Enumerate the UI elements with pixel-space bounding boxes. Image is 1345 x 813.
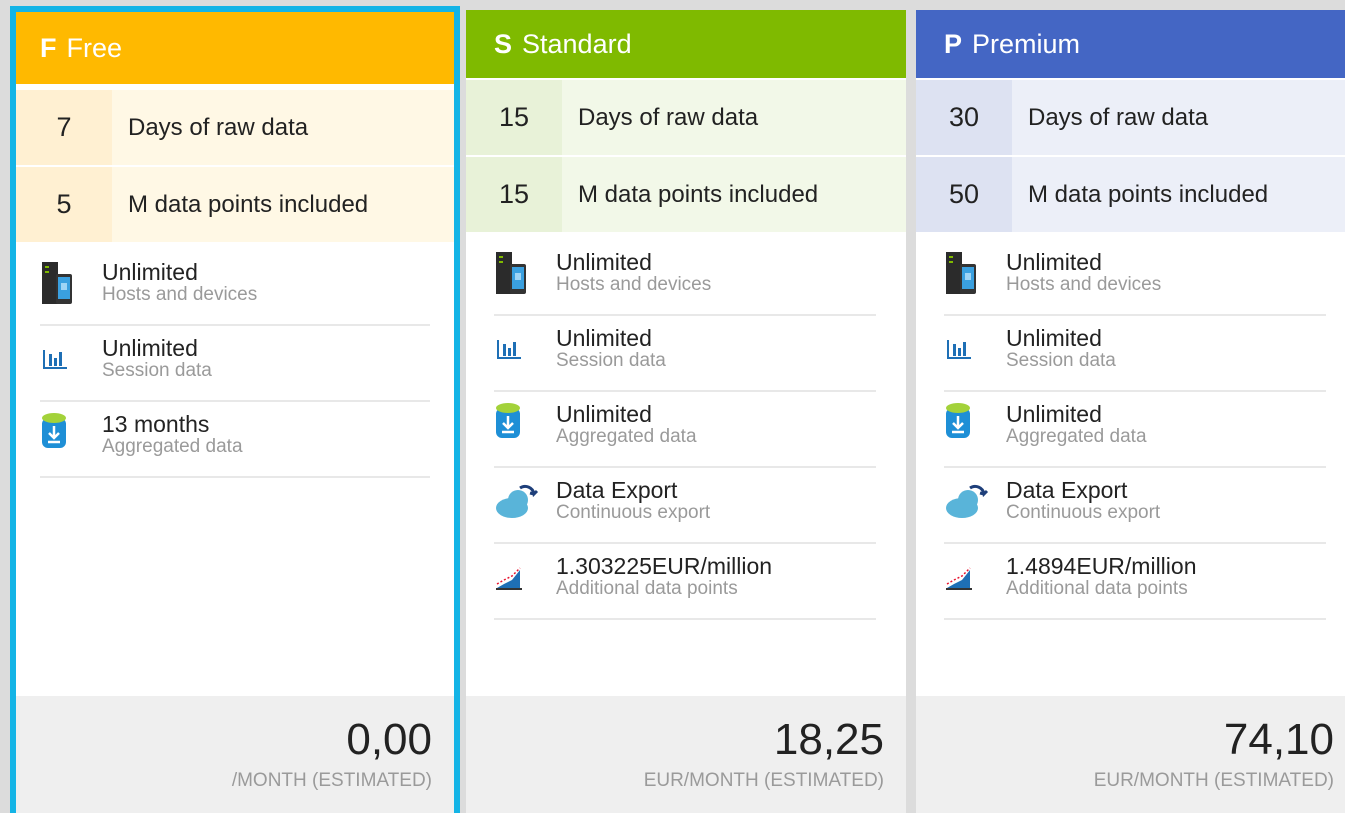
feature-description: Hosts and devices bbox=[556, 274, 712, 295]
stat-row-raw-days: 30 Days of raw data bbox=[916, 78, 1345, 155]
feature-item: Unlimited Hosts and devices bbox=[40, 250, 430, 326]
price-box: 18,25 EUR/MONTH (ESTIMATED) bbox=[466, 696, 906, 813]
stat-row-data-points: 5 M data points included bbox=[16, 165, 454, 242]
server-device-icon bbox=[496, 252, 526, 294]
bar-chart-icon bbox=[947, 340, 971, 359]
price-box: 0,00 /MONTH (ESTIMATED) bbox=[16, 696, 454, 813]
tier-header: F Free bbox=[16, 12, 454, 84]
feature-value: Unlimited bbox=[1006, 325, 1102, 351]
tier-card-premium[interactable]: P Premium 30 Days of raw data 50 M data … bbox=[916, 10, 1345, 813]
feature-value: 1.303225EUR/million bbox=[556, 553, 773, 579]
price-value: 0,00 bbox=[346, 715, 432, 764]
stat-row-data-points: 15 M data points included bbox=[466, 155, 906, 232]
feature-item: Unlimited Hosts and devices bbox=[944, 240, 1326, 316]
feature-description: Aggregated data bbox=[102, 436, 243, 457]
feature-description: Continuous export bbox=[556, 502, 711, 523]
feature-item: 13 months Aggregated data bbox=[40, 402, 430, 478]
database-download-icon bbox=[496, 403, 520, 438]
server-device-icon bbox=[42, 262, 72, 304]
feature-item: Unlimited Aggregated data bbox=[494, 392, 876, 468]
stat-label: Days of raw data bbox=[562, 80, 906, 155]
feature-value: Data Export bbox=[1006, 477, 1128, 503]
server-device-icon bbox=[946, 252, 976, 294]
stat-value: 15 bbox=[466, 157, 562, 232]
feature-value: Unlimited bbox=[556, 325, 652, 351]
feature-description: Session data bbox=[1006, 350, 1116, 371]
price-unit: EUR/MONTH (ESTIMATED) bbox=[1093, 770, 1334, 791]
tier-card-free[interactable]: F Free 7 Days of raw data 5 M data point… bbox=[10, 6, 460, 813]
feature-list: Unlimited Hosts and devices Unlimited Se… bbox=[16, 242, 454, 478]
feature-list: Unlimited Hosts and devices Unlimited Se… bbox=[916, 232, 1345, 620]
tier-header: S Standard bbox=[466, 10, 906, 78]
feature-description: Additional data points bbox=[1006, 578, 1188, 599]
price-value: 74,10 bbox=[1223, 715, 1334, 764]
tier-name: Premium bbox=[972, 28, 1081, 59]
feature-item: Data Export Continuous export bbox=[494, 468, 876, 544]
feature-value: Unlimited bbox=[556, 401, 652, 427]
feature-item: Unlimited Hosts and devices bbox=[494, 240, 876, 316]
feature-item: Unlimited Session data bbox=[494, 316, 876, 392]
tier-name: Free bbox=[66, 32, 123, 63]
feature-description: Session data bbox=[102, 360, 212, 381]
bar-chart-icon bbox=[497, 340, 521, 359]
feature-value: 13 months bbox=[102, 411, 210, 437]
feature-item: Unlimited Aggregated data bbox=[944, 392, 1326, 468]
feature-description: Continuous export bbox=[1006, 502, 1161, 523]
feature-item: 1.4894EUR/million Additional data points bbox=[944, 544, 1326, 620]
feature-item: 1.303225EUR/million Additional data poin… bbox=[494, 544, 876, 620]
stat-value: 15 bbox=[466, 80, 562, 155]
stat-value: 5 bbox=[16, 167, 112, 242]
stat-value: 7 bbox=[16, 90, 112, 165]
feature-item: Unlimited Session data bbox=[944, 316, 1326, 392]
feature-value: Data Export bbox=[556, 477, 678, 503]
feature-item: Data Export Continuous export bbox=[944, 468, 1326, 544]
tier-header: P Premium bbox=[916, 10, 1345, 78]
stat-row-raw-days: 15 Days of raw data bbox=[466, 78, 906, 155]
feature-value: Unlimited bbox=[1006, 401, 1102, 427]
stat-value: 50 bbox=[916, 157, 1012, 232]
stat-label: Days of raw data bbox=[112, 90, 454, 165]
cloud-export-icon bbox=[496, 484, 539, 518]
feature-value: Unlimited bbox=[102, 335, 198, 361]
feature-item: Unlimited Session data bbox=[40, 326, 430, 402]
price-box: 74,10 EUR/MONTH (ESTIMATED) bbox=[916, 696, 1345, 813]
tier-card-standard[interactable]: S Standard 15 Days of raw data 15 M data… bbox=[466, 10, 906, 813]
stat-label: M data points included bbox=[112, 167, 454, 242]
feature-value: Unlimited bbox=[1006, 249, 1102, 275]
tier-letter: P bbox=[944, 28, 963, 59]
price-value: 18,25 bbox=[773, 715, 884, 764]
feature-description: Hosts and devices bbox=[102, 284, 258, 305]
area-chart-icon bbox=[946, 567, 972, 590]
price-unit: EUR/MONTH (ESTIMATED) bbox=[643, 770, 884, 791]
stat-label: Days of raw data bbox=[1012, 80, 1345, 155]
feature-value: Unlimited bbox=[556, 249, 652, 275]
feature-description: Session data bbox=[556, 350, 666, 371]
feature-description: Aggregated data bbox=[1006, 426, 1147, 447]
feature-list: Unlimited Hosts and devices Unlimited Se… bbox=[466, 232, 906, 620]
database-download-icon bbox=[946, 403, 970, 438]
bar-chart-icon bbox=[43, 350, 67, 369]
feature-value: 1.4894EUR/million bbox=[1006, 553, 1197, 579]
feature-description: Hosts and devices bbox=[1006, 274, 1162, 295]
stat-row-raw-days: 7 Days of raw data bbox=[16, 88, 454, 165]
tier-letter: F bbox=[40, 32, 57, 63]
stat-label: M data points included bbox=[562, 157, 906, 232]
area-chart-icon bbox=[496, 567, 522, 590]
feature-description: Aggregated data bbox=[556, 426, 697, 447]
tier-letter: S bbox=[494, 28, 513, 59]
feature-value: Unlimited bbox=[102, 259, 198, 285]
price-unit: /MONTH (ESTIMATED) bbox=[231, 770, 432, 791]
cloud-export-icon bbox=[946, 484, 989, 518]
feature-description: Additional data points bbox=[556, 578, 738, 599]
tier-name: Standard bbox=[522, 28, 632, 59]
stat-label: M data points included bbox=[1012, 157, 1345, 232]
database-download-icon bbox=[42, 413, 66, 448]
stat-row-data-points: 50 M data points included bbox=[916, 155, 1345, 232]
stat-value: 30 bbox=[916, 80, 1012, 155]
